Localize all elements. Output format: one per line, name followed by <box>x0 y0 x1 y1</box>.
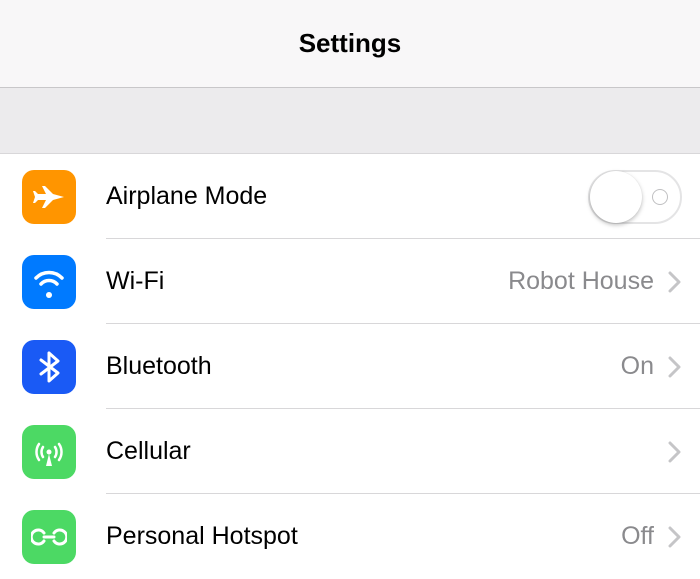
hotspot-icon <box>22 510 76 564</box>
row-label: Cellular <box>106 437 654 466</box>
row-cellular[interactable]: Cellular <box>0 409 700 494</box>
row-personal-hotspot[interactable]: Personal Hotspot Off <box>0 494 700 579</box>
row-airplane-mode[interactable]: Airplane Mode <box>0 154 700 239</box>
bluetooth-icon <box>22 340 76 394</box>
row-value: Robot House <box>508 267 654 296</box>
chevron-right-icon <box>668 526 682 548</box>
header: Settings <box>0 0 700 88</box>
chevron-right-icon <box>668 356 682 378</box>
row-value: Off <box>621 522 654 551</box>
row-label: Airplane Mode <box>106 182 588 211</box>
section-spacer <box>0 88 700 154</box>
settings-list: Airplane Mode Wi-Fi Robot House B <box>0 154 700 579</box>
toggle-knob <box>590 171 642 223</box>
row-bluetooth[interactable]: Bluetooth On <box>0 324 700 409</box>
row-wifi[interactable]: Wi-Fi Robot House <box>0 239 700 324</box>
chevron-right-icon <box>668 441 682 463</box>
toggle-off-indicator <box>652 189 668 205</box>
row-value: On <box>621 352 654 381</box>
wifi-icon <box>22 255 76 309</box>
row-label: Wi-Fi <box>106 267 508 296</box>
cellular-icon <box>22 425 76 479</box>
airplane-icon <box>22 170 76 224</box>
row-label: Bluetooth <box>106 352 621 381</box>
page-title: Settings <box>299 28 402 59</box>
airplane-toggle[interactable] <box>588 170 682 224</box>
row-label: Personal Hotspot <box>106 522 621 551</box>
chevron-right-icon <box>668 271 682 293</box>
